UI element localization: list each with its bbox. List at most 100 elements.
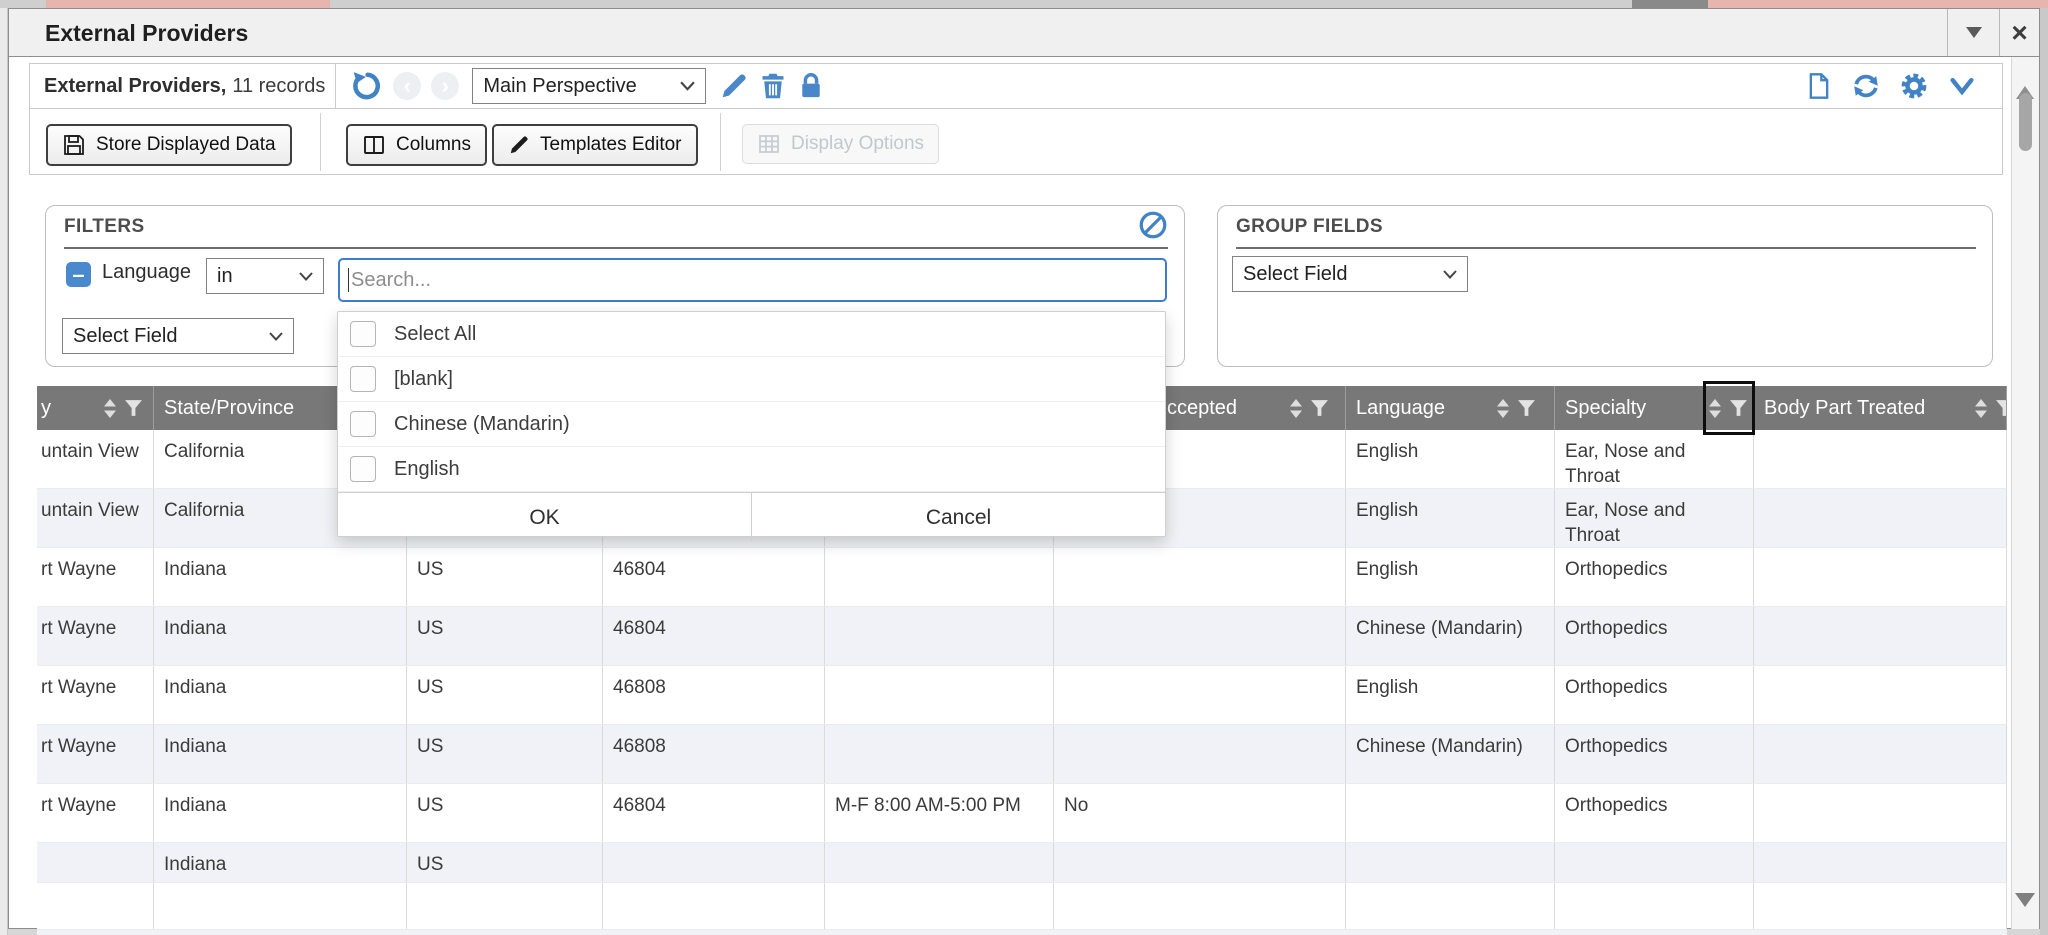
- refresh-icon[interactable]: [1851, 71, 1881, 101]
- heading-underline: [64, 247, 1168, 249]
- next-icon[interactable]: ›: [431, 72, 459, 100]
- table-cell: [1054, 883, 1346, 929]
- filter-icon[interactable]: [124, 399, 143, 417]
- dropdown-footer: OK Cancel: [338, 492, 1165, 542]
- scroll-up-icon[interactable]: [2016, 69, 2034, 87]
- checkbox[interactable]: [350, 366, 376, 392]
- column-header[interactable]: Body Part Treated: [1754, 386, 2007, 430]
- filter-value-dropdown: Select All [blank] Chinese (Mandarin) Engli…: [337, 311, 1166, 537]
- table-cell: [1754, 666, 2007, 724]
- divider: [335, 64, 336, 108]
- table-cell: No: [1054, 784, 1346, 842]
- column-header[interactable]: y: [37, 386, 154, 430]
- filter-operator-value: in: [217, 265, 233, 288]
- filter-option[interactable]: English: [338, 447, 1165, 492]
- table-cell: 46804: [603, 548, 825, 606]
- dialog-menu-button[interactable]: [1947, 9, 1999, 56]
- add-filter-field-select[interactable]: Select Field: [62, 318, 294, 354]
- templates-editor-button[interactable]: Templates Editor: [492, 124, 698, 166]
- new-document-icon[interactable]: [1805, 71, 1833, 101]
- checkbox[interactable]: [350, 411, 376, 437]
- table-row[interactable]: rt WayneIndianaUS46804M-F 8:00 AM-5:00 P…: [37, 784, 2007, 843]
- filter-icon[interactable]: [1310, 399, 1329, 417]
- table-cell: [825, 725, 1054, 783]
- dialog-close-button[interactable]: ×: [1999, 9, 2039, 56]
- checkbox[interactable]: [350, 321, 376, 347]
- table-cell: [154, 883, 407, 929]
- column-header[interactable]: Language: [1346, 386, 1555, 430]
- grid-icon: [757, 132, 781, 156]
- table-cell: [1346, 843, 1555, 882]
- perspective-select[interactable]: Main Perspective: [472, 68, 706, 104]
- chevron-down-icon: [269, 332, 283, 341]
- group-field-value: Select Field: [1243, 263, 1348, 286]
- table-cell: Ear, Nose and Throat: [1555, 489, 1754, 547]
- table-cell: Indiana: [154, 784, 407, 842]
- table-cell: Indiana: [154, 843, 407, 882]
- table-cell: [825, 607, 1054, 665]
- divider: [320, 113, 321, 171]
- table-cell: [1754, 489, 2007, 547]
- filter-icon[interactable]: [1517, 399, 1536, 417]
- table-cell: 46804: [603, 784, 825, 842]
- table-row[interactable]: rt WayneIndianaUS46804Chinese (Mandarin)…: [37, 607, 2007, 666]
- filter-option-label: English: [394, 458, 460, 481]
- collapse-chevron-icon[interactable]: [1947, 72, 1977, 100]
- filter-option[interactable]: Select All: [338, 312, 1165, 357]
- column-label: State/Province: [164, 397, 294, 420]
- sort-icon[interactable]: [1288, 398, 1304, 419]
- chevron-down-icon: [680, 81, 695, 91]
- table-row[interactable]: rt WayneIndianaUS46804EnglishOrthopedics: [37, 548, 2007, 607]
- table-cell: Ear, Nose and Throat: [1555, 430, 1754, 488]
- table-cell: English: [1346, 430, 1555, 488]
- table-cell: rt Wayne: [37, 784, 154, 842]
- filter-option-label: [blank]: [394, 368, 453, 391]
- checkbox[interactable]: [350, 456, 376, 482]
- undo-icon[interactable]: [351, 70, 383, 102]
- table-cell: [1346, 784, 1555, 842]
- filter-options-list: Select All [blank] Chinese (Mandarin) Engli…: [338, 312, 1165, 492]
- delete-perspective-icon[interactable]: [759, 71, 787, 101]
- clear-filters-icon[interactable]: [1138, 210, 1168, 240]
- scroll-down-icon[interactable]: [2015, 907, 2035, 925]
- cancel-button[interactable]: Cancel: [752, 493, 1165, 542]
- filter-icon[interactable]: [1995, 399, 2007, 417]
- gear-icon[interactable]: [1899, 71, 1929, 101]
- table-row[interactable]: [37, 883, 2007, 930]
- vertical-scrollbar[interactable]: [2011, 57, 2039, 929]
- table-row[interactable]: rt WayneIndianaUS46808EnglishOrthopedics: [37, 666, 2007, 725]
- filter-option[interactable]: Chinese (Mandarin): [338, 402, 1165, 447]
- filter-operator-select[interactable]: in: [206, 258, 324, 294]
- chevron-down-icon: [1443, 270, 1457, 279]
- table-cell: rt Wayne: [37, 666, 154, 724]
- table-cell: Indiana: [154, 666, 407, 724]
- store-displayed-data-button[interactable]: Store Displayed Data: [46, 124, 292, 166]
- table-cell: [1754, 883, 2007, 929]
- table-row[interactable]: IndianaUS: [37, 843, 2007, 883]
- sort-icon[interactable]: [1495, 398, 1511, 419]
- sort-icon[interactable]: [102, 398, 118, 419]
- background-right-strip: [2040, 8, 2048, 935]
- remove-filter-button[interactable]: –: [66, 262, 91, 287]
- table-cell: [1054, 843, 1346, 882]
- table-cell: Indiana: [154, 548, 407, 606]
- ok-button[interactable]: OK: [338, 493, 752, 542]
- column-label: Body Part Treated: [1764, 397, 1925, 420]
- sort-icon[interactable]: [1973, 398, 1989, 419]
- filter-option[interactable]: [blank]: [338, 357, 1165, 402]
- lock-icon[interactable]: [797, 71, 825, 101]
- record-count: 11 records: [232, 75, 325, 97]
- actions-toolbar: Store Displayed Data Columns Templates E…: [29, 109, 2003, 175]
- column-label: Specialty: [1565, 397, 1646, 420]
- filter-search-input[interactable]: Search...: [338, 258, 1167, 302]
- previous-icon[interactable]: ‹: [393, 72, 421, 100]
- table-row[interactable]: rt WayneIndianaUS46808Chinese (Mandarin)…: [37, 725, 2007, 784]
- scrollbar-thumb[interactable]: [2019, 93, 2032, 151]
- table-cell: [603, 883, 825, 929]
- columns-button[interactable]: Columns: [346, 124, 487, 166]
- table-cell: US: [407, 548, 603, 606]
- edit-perspective-icon[interactable]: [719, 71, 749, 101]
- table-cell: 46808: [603, 725, 825, 783]
- group-field-select[interactable]: Select Field: [1232, 256, 1468, 292]
- table-cell: [1346, 883, 1555, 929]
